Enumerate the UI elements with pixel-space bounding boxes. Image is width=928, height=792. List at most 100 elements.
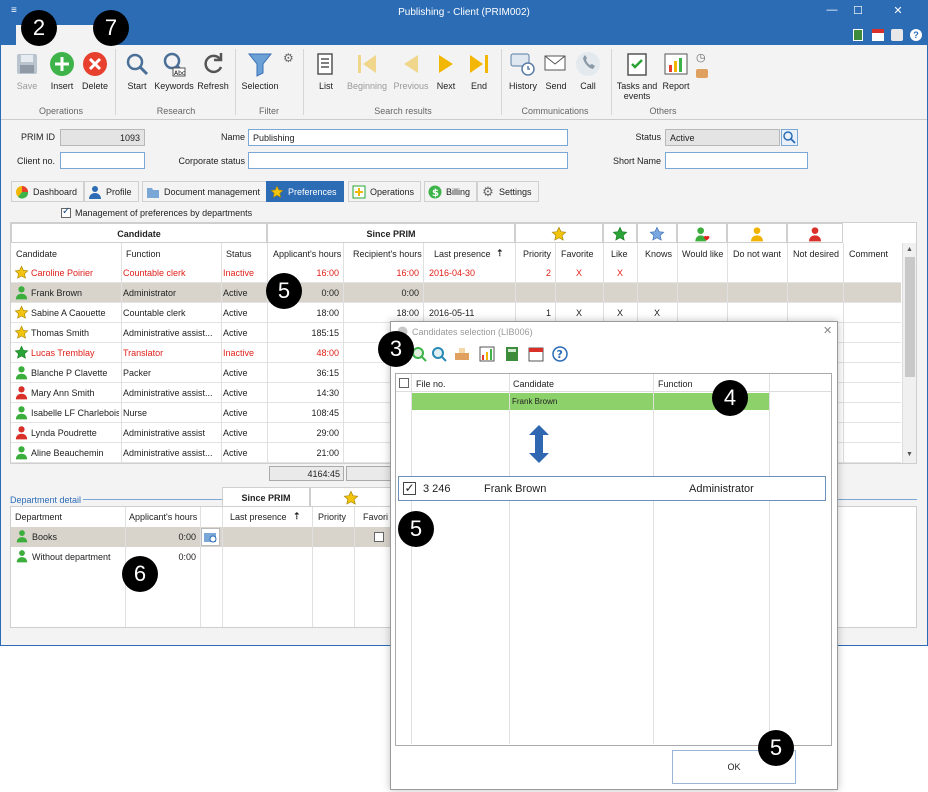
history-button[interactable]: History [505,49,541,91]
grid-line [653,374,654,744]
dashboard-icon [15,185,29,199]
col-would-like[interactable]: Would like [679,246,726,262]
refresh-button[interactable]: Refresh [195,49,231,91]
col-file-no[interactable]: File no. [416,379,446,389]
tab-operations[interactable]: Operations [348,181,422,202]
col-favorite[interactable]: Favorite [558,246,597,262]
help-icon[interactable]: ? [910,29,922,41]
maximize-button[interactable]: ☐ [847,4,869,20]
red-person-icon [807,226,823,242]
grid-line [121,243,122,463]
corporate-status-field[interactable] [248,152,568,169]
dollar-icon: $ [428,185,442,199]
client-no-field[interactable] [60,152,145,169]
vertical-scrollbar[interactable]: ▲ ▼ [902,243,916,463]
cell-applicant-hours: 29:00 [316,428,339,438]
beginning-button[interactable]: Beginning [343,49,391,91]
clock-icon[interactable]: ◷ [696,51,706,64]
sort-ascending-icon[interactable]: ⇡ [293,511,301,522]
filter-settings-icon[interactable]: ⚙ [283,51,294,65]
dialog-title-bar: Candidates selection (LIB006) [397,326,533,337]
previous-button[interactable]: Previous [391,49,431,91]
scrollbar-thumb[interactable] [905,257,915,377]
list-button[interactable]: List [309,49,343,91]
cell-candidate: Lynda Poudrette [31,428,97,438]
management-by-departments-checkbox[interactable]: Management of preferences by departments [61,206,252,218]
cell-recipient-hours: 18:00 [396,308,419,318]
department-favorite-checkbox[interactable] [374,532,384,542]
col-last-presence[interactable]: Last presence [431,246,494,262]
callout-badge: 5 [758,730,794,766]
tab-dashboard[interactable]: Dashboard [11,181,85,202]
minimize-button[interactable]: — [821,4,843,20]
calendar-icon[interactable] [528,346,544,364]
col-candidate[interactable]: Candidate [13,246,60,262]
col-comment[interactable]: Comment [846,246,891,262]
short-name-field[interactable] [665,152,808,169]
tab-billing[interactable]: $ Billing [424,181,478,202]
col-priority[interactable]: Priority [520,246,554,262]
keywords-search-button[interactable]: Abc Keywords [153,49,195,91]
name-field[interactable]: Publishing [248,129,568,146]
send-button[interactable]: Send [541,49,571,91]
select-all-checkbox[interactable] [399,378,409,388]
calculator-icon[interactable] [853,29,863,41]
col-like[interactable]: Like [608,246,631,262]
zoomed-row-checkbox[interactable]: ✓ [403,482,416,495]
col-dept-last-presence[interactable]: Last presence [230,512,287,522]
dialog-close-button[interactable]: ✕ [823,324,832,337]
help-icon[interactable]: ? [552,346,568,364]
report-icon[interactable] [479,346,495,364]
tab-profile[interactable]: Profile [84,181,139,202]
delete-button[interactable]: Delete [79,49,111,91]
sort-ascending-icon[interactable]: ⇡ [496,248,504,259]
col-knows[interactable]: Knows [642,246,675,262]
start-search-button[interactable]: Start [121,49,153,91]
calendar-icon[interactable] [872,29,884,41]
col-not-desired[interactable]: Not desired [790,246,842,262]
next-button[interactable]: Next [431,49,461,91]
inbox-icon[interactable] [454,347,470,363]
end-button[interactable]: End [463,49,495,91]
col-candidate[interactable]: Candidate [513,379,554,389]
grid-line [843,243,844,463]
col-do-not-want[interactable]: Do not want [730,246,784,262]
scroll-down-icon[interactable]: ▼ [906,451,913,458]
tab-preferences[interactable]: Preferences [266,181,344,202]
send-icon [541,49,571,79]
tab-settings[interactable]: ⚙ Settings [477,181,539,202]
col-function[interactable]: Function [123,246,164,262]
cell-status: Active [223,408,248,418]
col-recipient-hours[interactable]: Recipient's hours [350,246,425,262]
close-button[interactable]: ✕ [873,4,923,20]
col-function[interactable]: Function [658,379,693,389]
col-dept-applicant-hours[interactable]: Applicant's hours [129,512,197,522]
report-button[interactable]: Report [659,49,693,91]
department-lookup-button[interactable] [201,528,220,546]
corporate-status-label: Corporate status [178,156,245,166]
cell-priority: 2 [545,268,551,278]
tasks-and-events-button[interactable]: Tasks and events [615,49,659,101]
status-lookup-button[interactable] [781,129,798,146]
insert-button[interactable]: Insert [45,49,79,91]
tab-document-management[interactable]: Document management [142,181,268,202]
col-status[interactable]: Status [223,246,255,262]
call-button[interactable]: Call [573,49,603,91]
col-department[interactable]: Department [15,512,62,522]
next-icon [431,49,461,79]
col-applicant-hours[interactable]: Applicant's hours [270,246,344,262]
scroll-up-icon[interactable]: ▲ [906,246,913,253]
cell-like: X [616,268,623,278]
inbox-icon[interactable] [696,69,708,78]
search-next-icon[interactable] [431,346,447,364]
lock-icon[interactable] [891,29,903,41]
col-dept-priority[interactable]: Priority [318,512,346,522]
save-button[interactable]: Save [11,49,43,91]
first-icon [352,49,382,79]
selection-filter-button[interactable]: Selection [239,49,281,91]
col-dept-favorite[interactable]: Favori [363,512,388,522]
cell-candidate: Isabelle LF Charlebois [31,408,119,418]
tasks-icon [622,49,652,79]
calculator-icon[interactable] [505,346,519,364]
grid-line [354,507,355,627]
